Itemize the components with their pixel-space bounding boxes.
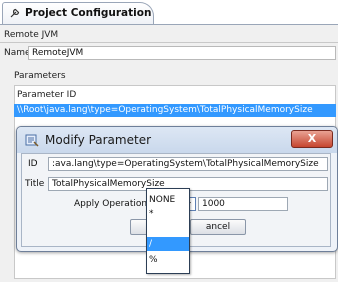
parameter-id-header: Parameter ID	[17, 90, 77, 100]
dropdown-option-divide[interactable]: /	[147, 237, 189, 251]
tab-strip: Project Configuration	[0, 0, 338, 25]
dropdown-option-multiply[interactable]: *	[147, 207, 189, 221]
remote-jvm-label: Remote JVM	[4, 30, 59, 40]
cancel-button[interactable]: ancel	[190, 219, 246, 235]
name-field[interactable]: RemoteJVM	[28, 46, 336, 60]
close-button[interactable]: X	[291, 130, 333, 148]
dropdown-option-none[interactable]: NONE	[147, 193, 189, 207]
dialog-app-icon	[25, 134, 39, 147]
title-label: Title	[25, 179, 45, 189]
dialog-title: Modify Parameter	[45, 133, 152, 147]
apply-operation-label: Apply Operation	[74, 199, 148, 209]
dropdown-option-modulo[interactable]: %	[147, 253, 189, 267]
parameters-label: Parameters	[14, 71, 66, 81]
operation-dropdown-list: NONE * / %	[146, 188, 190, 274]
tab-title: Project Configuration	[25, 7, 152, 19]
divider	[0, 42, 338, 43]
name-label: Name	[4, 48, 31, 58]
table-row-selected[interactable]: \\Root\java.lang\type=OperatingSystem\To…	[14, 104, 336, 117]
id-field[interactable]: :ava.lang\type=OperatingSystem\TotalPhys…	[48, 157, 328, 171]
dialog-titlebar[interactable]: Modify Parameter X	[17, 127, 337, 153]
wrench-icon	[10, 8, 20, 18]
tab-project-configuration[interactable]: Project Configuration	[2, 2, 154, 25]
operand-field[interactable]: 1000	[198, 197, 288, 211]
cancel-button-label: ancel	[205, 222, 231, 232]
id-label: ID	[28, 159, 38, 169]
